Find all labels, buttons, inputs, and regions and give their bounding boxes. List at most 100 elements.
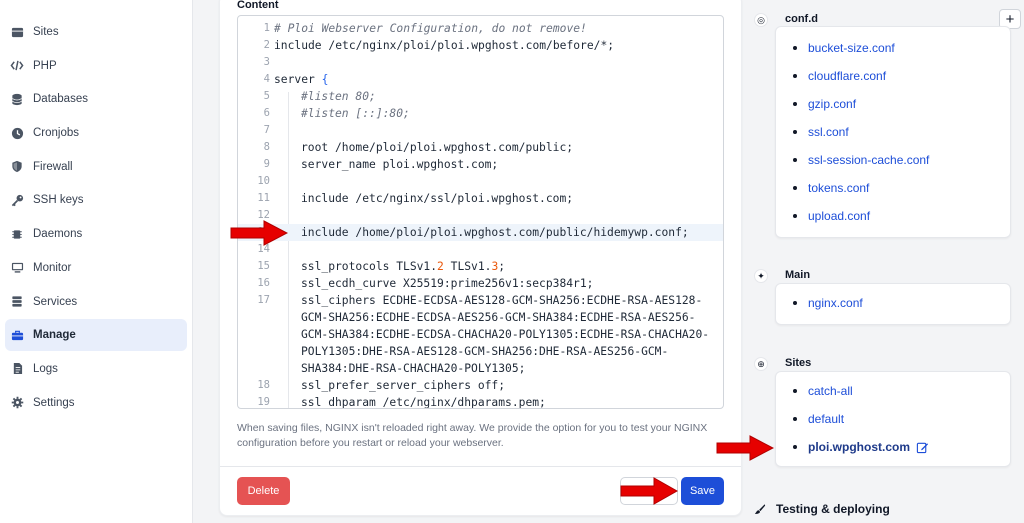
code-text: root /home/ploi/ploi.wpghost.com/public; xyxy=(301,141,574,154)
code-number: 2 xyxy=(437,260,444,273)
site-file-link-current[interactable]: ploi.wpghost.com xyxy=(793,440,929,454)
footer-divider xyxy=(220,466,741,467)
line-number: 5 xyxy=(263,90,270,102)
code-line-wrap: SHA384:DHE-RSA-CHACHA20-POLY1305; xyxy=(238,360,723,377)
code-line: 14 xyxy=(238,241,723,258)
sidebar-item-manage[interactable]: Manage xyxy=(5,319,187,352)
main-file-link[interactable]: nginx.conf xyxy=(793,296,863,310)
line-number: 15 xyxy=(257,260,270,272)
line-number: 4 xyxy=(263,73,270,85)
code-text: ssl_protocols TLSv1.2 TLSv1.3; xyxy=(301,258,505,275)
code-text: ssl_ecdh_curve X25519:prime256v1:secp384… xyxy=(301,277,594,290)
confd-file-link[interactable]: gzip.conf xyxy=(793,97,856,111)
bullet xyxy=(793,102,797,106)
sites-section-title: Sites xyxy=(785,357,812,369)
annotation-arrow-icon xyxy=(716,435,774,461)
briefcase-icon xyxy=(10,328,24,342)
sidebar-item-databases[interactable]: Databases xyxy=(5,83,187,115)
sidebar-item-label: Monitor xyxy=(33,261,72,274)
file-name: gzip.conf xyxy=(808,97,857,111)
file-name: nginx.conf xyxy=(808,296,863,310)
file-name: bucket-size.conf xyxy=(808,41,895,55)
code-text: GCM-SHA384:ECDHE-ECDSA-CHACHA20-POLY1305… xyxy=(301,328,710,341)
bullet xyxy=(793,46,797,50)
bullet xyxy=(793,74,797,78)
sidebar-item-firewall[interactable]: Firewall xyxy=(5,151,187,183)
sidebar-item-ssh-keys[interactable]: SSH keys xyxy=(5,184,187,216)
code-line-wrap: POLY1305:DHE-RSA-AES128-GCM-SHA256:DHE-R… xyxy=(238,343,723,360)
sidebar: Sites PHP Databases Cronjobs Firewall SS… xyxy=(0,0,193,523)
site-file-link[interactable]: default xyxy=(793,412,844,426)
file-name: ssl.conf xyxy=(808,125,849,139)
bullet xyxy=(793,186,797,190)
site-file-link[interactable]: catch-all xyxy=(793,384,853,398)
sidebar-item-label: PHP xyxy=(33,59,57,72)
sidebar-item-label: Services xyxy=(33,295,78,308)
confd-file-list: bucket-size.conf cloudflare.conf gzip.co… xyxy=(775,26,1011,238)
sidebar-item-label: Cronjobs xyxy=(33,127,80,140)
sidebar-item-php[interactable]: PHP xyxy=(5,50,187,82)
sidebar-item-settings[interactable]: Settings xyxy=(5,387,187,419)
confd-file-link[interactable]: upload.conf xyxy=(793,209,870,223)
code-line: 11 include /etc/nginx/ssl/ploi.wpghost.co… xyxy=(238,190,723,207)
code-line: 6 #listen [::]:80; xyxy=(238,105,723,122)
code-text: server { xyxy=(274,71,328,88)
sidebar-item-services[interactable]: Services xyxy=(5,286,187,318)
code-text: include /home/ploi/ploi.wpghost.com/publ… xyxy=(301,226,689,239)
settings-icon: ◎ xyxy=(754,13,768,27)
code-line: 18 ssl_prefer_server_ciphers off; xyxy=(238,377,723,394)
code-line-wrap: GCM-SHA256:ECDHE-ECDSA-AES256-GCM-SHA384… xyxy=(238,309,723,326)
confd-file-link[interactable]: bucket-size.conf xyxy=(793,41,895,55)
line-number: 10 xyxy=(257,175,270,187)
globe-icon: ⊕ xyxy=(754,357,768,371)
code-text: ssl_ciphers ECDHE-ECDSA-AES128-GCM-SHA25… xyxy=(301,294,703,307)
code-text: include /etc/nginx/ploi/ploi.wpghost.com… xyxy=(274,39,615,52)
code-line: 7 xyxy=(238,122,723,139)
sidebar-item-monitor[interactable]: Monitor xyxy=(5,252,187,284)
reload-help-text: When saving files, NGINX isn't reloaded … xyxy=(237,422,708,449)
code-text: GCM-SHA256:ECDHE-ECDSA-AES256-GCM-SHA384… xyxy=(301,311,696,324)
code-line: 15 ssl_protocols TLSv1.2 TLSv1.3; xyxy=(238,258,723,275)
code-text: ssl_dhparam /etc/nginx/dhparams.pem; xyxy=(301,396,546,409)
sites-file-list: catch-all default ploi.wpghost.com xyxy=(775,371,1011,467)
code-segment: ; xyxy=(498,260,506,273)
sidebar-item-label: Daemons xyxy=(33,228,83,241)
line-number: 1 xyxy=(263,22,270,34)
document-icon xyxy=(10,362,24,376)
code-text: #listen 80; xyxy=(301,90,376,103)
code-line: 9 server_name ploi.wpghost.com; xyxy=(238,156,723,173)
code-editor[interactable]: 1 # Ploi Webserver Configuration, do not … xyxy=(237,15,724,409)
chip-icon xyxy=(10,227,24,241)
code-keyword: server xyxy=(274,73,322,86)
sidebar-item-label: Databases xyxy=(33,93,88,106)
save-button[interactable]: Save xyxy=(681,477,724,505)
confd-file-link[interactable]: tokens.conf xyxy=(793,181,869,195)
gear-icon xyxy=(10,396,24,410)
line-number: 3 xyxy=(263,56,270,68)
bullet xyxy=(793,445,797,449)
paintbrush-icon xyxy=(754,503,766,515)
confd-file-link[interactable]: ssl.conf xyxy=(793,125,849,139)
bullet xyxy=(793,417,797,421)
confd-file-link[interactable]: cloudflare.conf xyxy=(793,69,886,83)
sidebar-item-sites[interactable]: Sites xyxy=(5,16,187,48)
sidebar-item-logs[interactable]: Logs xyxy=(5,353,187,385)
sidebar-item-label: Firewall xyxy=(33,160,73,173)
sidebar-item-label: Logs xyxy=(33,362,58,375)
file-name: upload.conf xyxy=(808,209,871,223)
sidebar-item-label: Settings xyxy=(33,396,75,409)
bullet xyxy=(793,130,797,134)
testing-deploying-heading: Testing & deploying xyxy=(754,502,890,516)
delete-button[interactable]: Delete xyxy=(237,477,290,505)
sidebar-item-cronjobs[interactable]: Cronjobs xyxy=(5,117,187,149)
edit-icon xyxy=(916,441,929,454)
line-number: 16 xyxy=(257,277,270,289)
code-text: #listen [::]:80; xyxy=(301,107,410,120)
monitor-icon xyxy=(10,261,24,275)
bullet xyxy=(793,214,797,218)
code-line: 8 root /home/ploi/ploi.wpghost.com/public… xyxy=(238,139,723,156)
confd-file-link[interactable]: ssl-session-cache.conf xyxy=(793,153,929,167)
confd-title: conf.d xyxy=(785,13,818,25)
sidebar-item-daemons[interactable]: Daemons xyxy=(5,218,187,250)
code-line: 16 ssl_ecdh_curve X25519:prime256v1:secp3… xyxy=(238,275,723,292)
